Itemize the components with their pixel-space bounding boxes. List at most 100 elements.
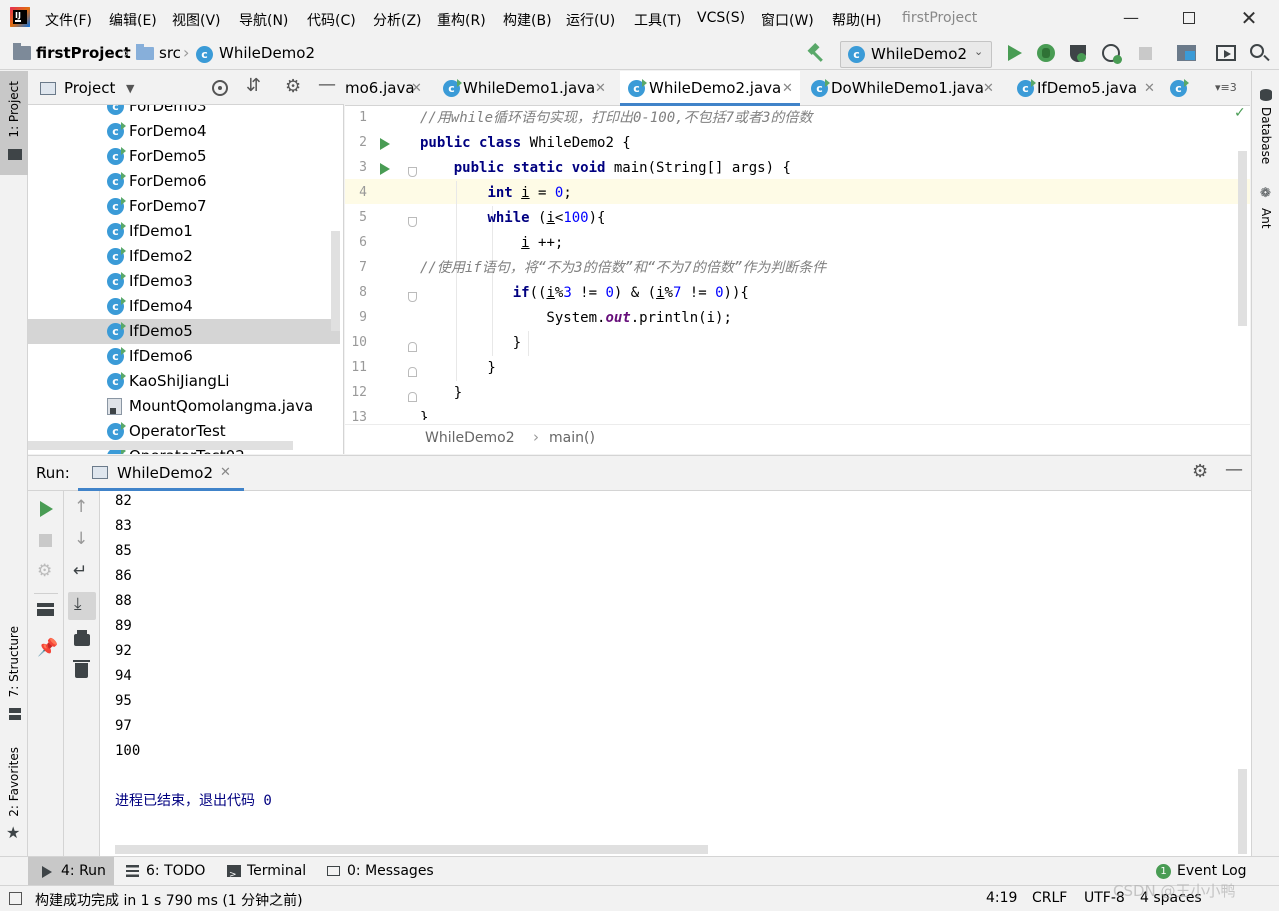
stop-icon[interactable] [39,534,52,547]
tree-item[interactable]: c ForDemo3 [28,105,340,119]
debug-icon[interactable] [1037,44,1055,62]
close-icon[interactable]: ✕ [1144,71,1155,106]
tab-messages[interactable]: 0: Messages [327,857,437,886]
search-icon[interactable] [1250,44,1270,62]
run-gutter-icon[interactable] [380,163,390,175]
menu-vcs[interactable]: VCS(S) [697,10,745,26]
menu-help[interactable]: 帮助(H) [832,10,881,30]
tree-horizontal-scrollbar[interactable] [28,441,293,450]
run-tab[interactable]: WhileDemo2 ✕ [78,456,244,491]
tab-truncated[interactable]: c [1170,71,1200,106]
tree-item[interactable]: MountQomolangma.java [28,394,340,419]
tree-item[interactable]: c IfDemo4 [28,294,340,319]
ant-tool-button[interactable]: ❁ Ant [1252,186,1279,246]
tab-ifdemo5[interactable]: c IfDemo5.java ✕ [1017,71,1157,106]
structure-tool-button[interactable]: 7: Structure [0,626,28,726]
gear-icon[interactable]: ⚙ [1192,461,1208,482]
menu-view[interactable]: 视图(V) [172,10,221,30]
run-anything-icon[interactable] [1216,45,1236,61]
tree-vertical-scrollbar[interactable] [331,231,340,331]
collapse-all-icon[interactable]: ⇵ [246,75,261,96]
pin-icon[interactable]: 📌 [37,638,58,658]
console-output[interactable] [100,491,1251,857]
fold-icon[interactable] [408,217,417,227]
close-icon[interactable]: ✕ [983,71,994,106]
console-vertical-scrollbar[interactable] [1238,769,1247,854]
tree-item[interactable]: c ForDemo6 [28,169,340,194]
tab-dowhiledemo1[interactable]: c DoWhileDemo1.java ✕ [811,71,1001,106]
layout-icon[interactable] [37,603,54,616]
tab-overflow-button[interactable]: ▾≡3 [1215,81,1237,94]
breadcrumb-method[interactable]: main() [549,430,595,446]
tree-item[interactable]: c KaoShiJiangLi [28,369,340,394]
tree-item[interactable]: c ForDemo7 [28,194,340,219]
breadcrumb-src[interactable]: src [159,44,181,62]
menu-analyze[interactable]: 分析(Z) [373,10,422,30]
inspection-ok-icon[interactable]: ✓ [1234,105,1246,121]
menu-run[interactable]: 运行(U) [566,10,615,30]
coverage-icon[interactable] [1070,45,1086,62]
tab-mo6[interactable]: mo6.java ✕ [345,71,437,106]
hide-panel-icon[interactable]: — [1225,459,1243,480]
tree-item[interactable]: c IfDemo3 [28,269,340,294]
project-structure-icon[interactable] [1177,45,1196,61]
gear-icon[interactable]: ⚙ [285,76,301,97]
tree-item[interactable]: c IfDemo6 [28,344,340,369]
fold-icon[interactable] [408,292,417,302]
fold-icon[interactable] [408,392,417,402]
rerun-icon[interactable] [40,501,53,517]
build-hammer-icon[interactable] [806,42,826,64]
database-tool-button[interactable]: Database [1252,81,1279,171]
tab-terminal[interactable]: >_ Terminal [227,857,317,886]
tab-whiledemo2[interactable]: c WhileDemo2.java ✕ [620,71,800,106]
arrow-up-icon[interactable]: ↑ [74,497,88,517]
tab-todo[interactable]: 6: TODO [126,857,216,886]
arrow-down-icon[interactable]: ↓ [74,529,88,549]
tree-item[interactable]: c ForDemo4 [28,119,340,144]
menu-build[interactable]: 构建(B) [503,10,552,30]
minimize-button[interactable]: — [1109,4,1153,32]
caret-down-icon[interactable]: ▼ [126,82,134,95]
breadcrumb-class[interactable]: WhileDemo2 [219,44,315,62]
run-gutter-icon[interactable] [380,138,390,150]
fold-icon[interactable] [408,367,417,377]
hide-panel-icon[interactable]: — [318,74,336,95]
menu-edit[interactable]: 编辑(E) [109,10,157,30]
close-icon[interactable]: ✕ [782,71,793,106]
code-area[interactable]: //用while循环语句实现，打印出0-100,不包括7或者3的倍数 publi… [417,106,1250,420]
tree-item[interactable]: c IfDemo2 [28,244,340,269]
favorites-tool-button[interactable]: 2: Favorites ★ [0,747,28,847]
run-icon[interactable] [1008,45,1022,61]
tree-item[interactable]: c IfDemo1 [28,219,340,244]
breadcrumb-project[interactable]: firstProject [36,44,131,62]
trash-icon[interactable] [73,660,90,678]
soft-wrap-icon[interactable]: ↵ [73,561,87,581]
project-panel-title[interactable]: Project [64,79,115,97]
restore-layout-icon[interactable]: ⚙ [37,561,52,581]
tab-whiledemo1[interactable]: c WhileDemo1.java ✕ [443,71,613,106]
run-config-select[interactable]: c WhileDemo2 ⌄ [840,41,992,68]
breadcrumb-class[interactable]: WhileDemo2 [425,430,515,446]
menu-file[interactable]: 文件(F) [45,10,92,30]
editor-scrollbar[interactable] [1238,151,1247,326]
menu-navigate[interactable]: 导航(N) [239,10,288,30]
menu-window[interactable]: 窗口(W) [761,10,814,30]
caret-position[interactable]: 4:19 [986,890,1017,906]
close-window-button[interactable]: ✕ [1227,4,1271,32]
stop-icon[interactable] [1139,47,1152,60]
toggle-tool-windows-icon[interactable] [9,892,22,905]
menu-code[interactable]: 代码(C) [307,10,356,30]
tree-item[interactable]: c ForDemo5 [28,144,340,169]
maximize-button[interactable] [1167,4,1211,32]
menu-tools[interactable]: 工具(T) [634,10,681,30]
close-icon[interactable]: ✕ [595,71,606,106]
close-icon[interactable]: ✕ [411,71,422,106]
tree-item-selected[interactable]: c IfDemo5 [28,319,340,344]
fold-icon[interactable] [408,167,417,177]
menu-refactor[interactable]: 重构(R) [437,10,486,30]
print-icon[interactable] [74,630,90,646]
fold-icon[interactable] [408,342,417,352]
tab-run[interactable]: 4: Run [28,857,114,886]
scroll-to-end-button[interactable]: ⤓ [68,592,96,620]
line-separator[interactable]: CRLF [1032,890,1067,906]
